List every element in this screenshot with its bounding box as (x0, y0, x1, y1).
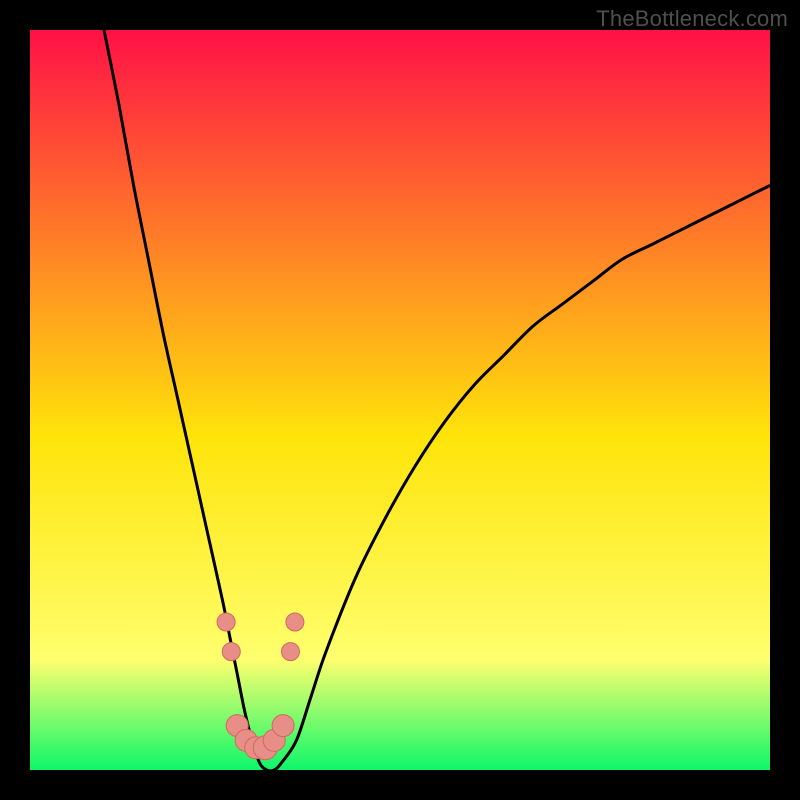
chart-frame: TheBottleneck.com (0, 0, 800, 800)
sample-dot (281, 643, 299, 661)
bottleneck-plot (30, 30, 770, 770)
sample-dot (217, 613, 235, 631)
watermark-label: TheBottleneck.com (596, 6, 788, 32)
gradient-bg (30, 30, 770, 770)
sample-dot (286, 613, 304, 631)
sample-dot (272, 715, 294, 737)
sample-dot (222, 643, 240, 661)
